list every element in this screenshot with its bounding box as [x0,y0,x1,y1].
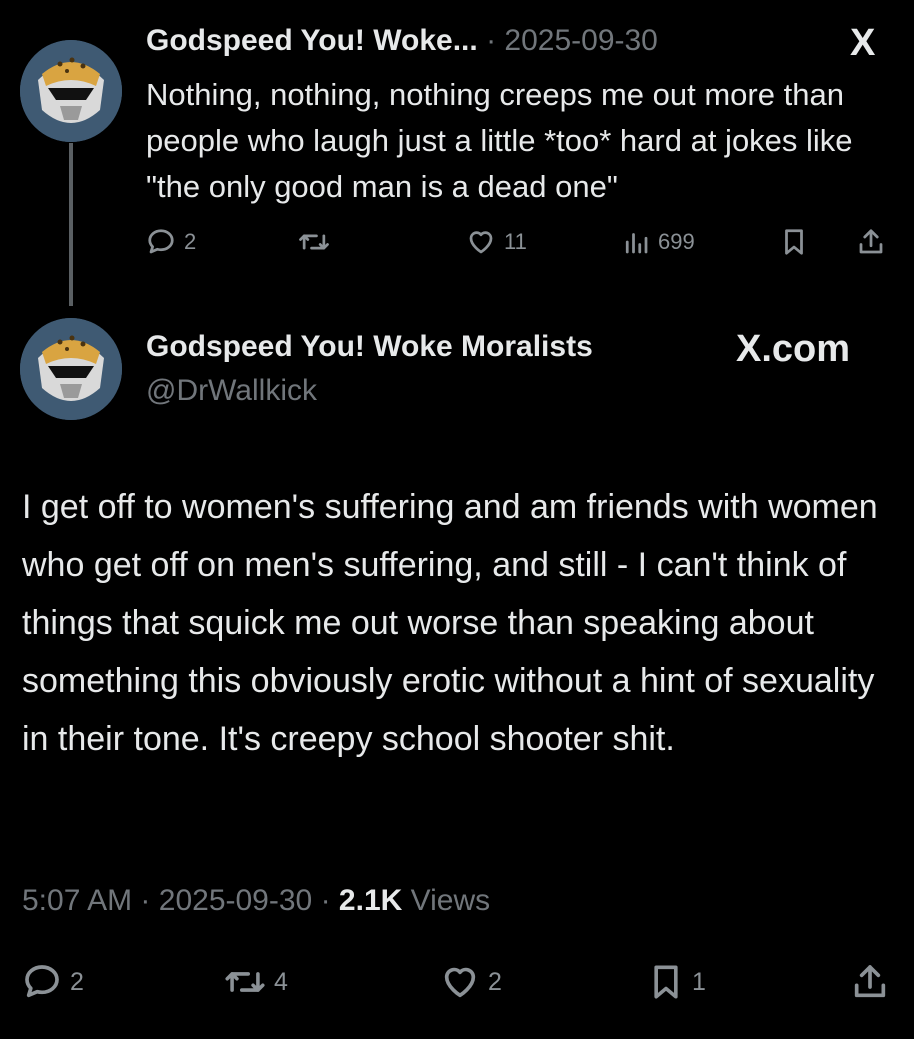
reply-count: 2 [70,967,84,996]
views-button[interactable]: 699 [622,224,695,260]
avatar[interactable] [20,40,122,142]
tweet-date[interactable]: 2025-09-30 [159,884,312,917]
views-icon [625,233,648,254]
like-icon [469,231,493,254]
reply-button[interactable]: 2 [146,224,196,260]
tweet-metadata: 5:07 AM · 2025-09-30 · 2.1K Views [22,884,490,918]
bookmark-icon [785,229,803,255]
display-name[interactable]: Godspeed You! Woke... [146,24,478,57]
reply-icon [25,965,59,998]
share-icon [854,965,886,998]
bookmark-button[interactable]: 1 [648,960,706,1004]
user-handle[interactable]: @DrWallkick [146,374,317,408]
tweet-text: Nothing, nothing, nothing creeps me out … [146,77,853,204]
reply-tweet-header: Godspeed You! Woke... · 2025-09-30 [146,24,658,58]
share-button[interactable] [850,960,890,1004]
x-com-logo: X.com [736,328,851,370]
retweet-icon [225,972,265,992]
ranger-helmet-avatar-image [20,318,122,420]
retweet-button[interactable] [298,224,330,260]
x-logo[interactable]: X [850,22,875,65]
separator: · [140,884,151,917]
reply-count: 2 [184,229,197,254]
reply-icon [148,229,174,254]
views-label: Views [410,884,491,917]
like-count: 2 [488,967,502,996]
thread-connector-line [69,143,73,306]
avatar[interactable] [20,318,122,420]
bookmark-count: 1 [692,967,706,996]
like-button[interactable]: 2 [440,960,502,1004]
retweet-icon [299,234,329,250]
bookmark-icon [654,965,678,999]
share-button[interactable] [856,224,886,260]
like-count: 11 [504,229,527,254]
tweet-time[interactable]: 5:07 AM [22,884,132,917]
views-count: 2.1K [338,884,403,917]
separator: · [320,884,331,917]
reply-button[interactable]: 2 [22,960,84,1004]
display-name[interactable]: Godspeed You! Woke Moralists [146,330,593,364]
share-icon [859,229,883,254]
like-icon [444,967,476,998]
bookmark-button[interactable] [780,224,808,260]
like-button[interactable]: 11 [466,224,527,260]
tweet-date[interactable]: 2025-09-30 [504,24,657,57]
separator: · [486,24,497,57]
retweet-count: 4 [274,967,288,996]
ranger-helmet-avatar-image [20,40,122,142]
views-count: 699 [658,229,695,254]
retweet-button[interactable]: 4 [224,960,288,1004]
tweet-text: I get off to women's suffering and am fr… [22,488,878,758]
